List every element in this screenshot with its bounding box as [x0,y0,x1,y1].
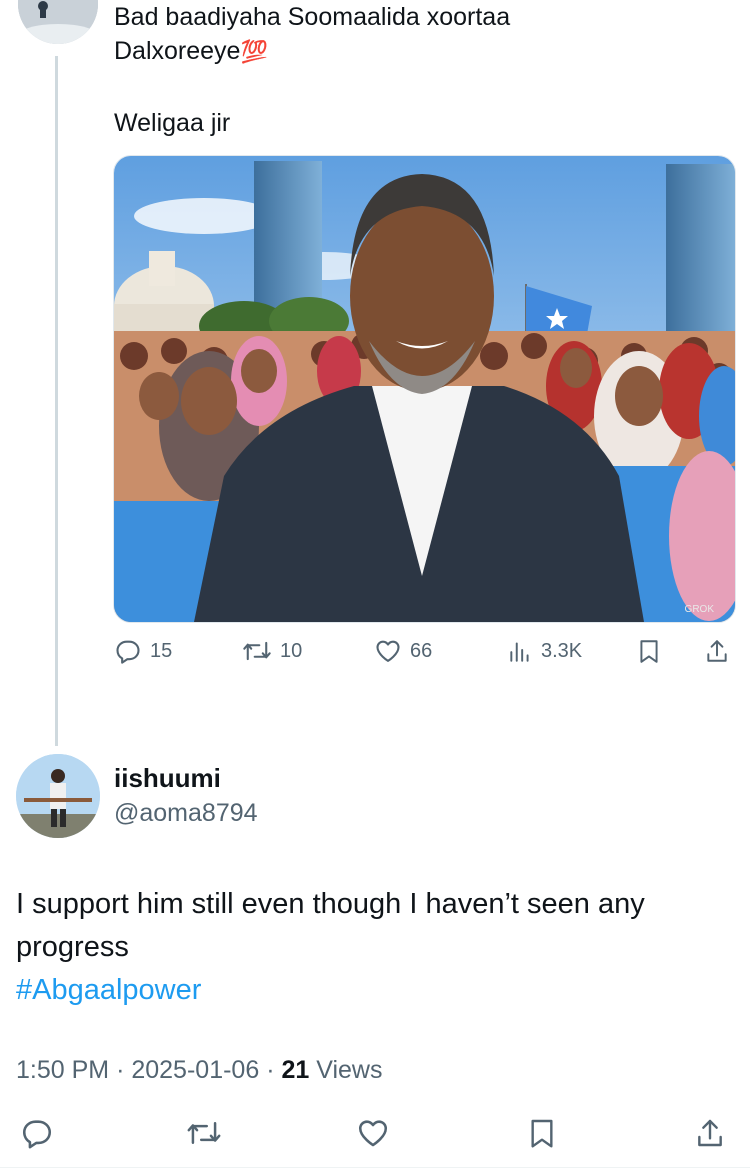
image-watermark: GROK [685,604,715,615]
reply-action[interactable]: 15 [114,637,172,665]
share-action[interactable] [704,637,730,665]
heart-icon [358,1120,388,1147]
thread-connector [55,56,58,746]
reply-body-line: I support him still even though I haven’… [16,888,645,920]
bookmark-icon [640,640,658,663]
retweet-action[interactable]: 10 [242,637,302,665]
tweet-date[interactable]: 2025-01-06 [131,1056,259,1084]
hundred-points-emoji: 💯 [240,39,268,64]
analytics-icon [510,642,529,662]
tweet-views-label: Views [316,1056,383,1084]
like-count: 66 [410,639,433,662]
divider [0,1167,750,1168]
reply-icon [116,640,140,664]
parent-author-avatar[interactable] [18,0,98,44]
bookmark-button[interactable] [526,1116,558,1150]
parent-tweet-text-line: Bad baadiyaha Soomaalida xoortaa [114,3,511,31]
reply-icon [22,1120,52,1149]
reply-count: 15 [150,639,173,662]
bookmark-icon [531,1119,553,1148]
reply-body-line: progress [16,931,129,963]
meta-separator: · [116,1056,125,1084]
like-action[interactable]: 66 [374,637,432,665]
tweet-time[interactable]: 1:50 PM [16,1056,109,1084]
reply-tweet-body: I support him still even though I haven’… [16,883,726,1012]
share-button[interactable] [694,1116,726,1150]
meta-separator: · [266,1056,275,1084]
parent-tweet-text-line2: Dalxoreeye [114,37,241,65]
retweet-icon [243,641,271,661]
retweet-button[interactable] [186,1116,222,1150]
heart-icon [376,640,400,662]
reply-author-avatar[interactable] [16,754,100,838]
share-icon [707,640,727,662]
retweet-icon [187,1122,221,1144]
bookmark-action[interactable] [636,637,662,665]
views-action[interactable]: 3.3K [507,637,582,665]
retweet-count: 10 [280,639,303,662]
reply-display-name[interactable]: iishuumi [114,763,221,794]
parent-tweet-text-line: Dalxoreeye💯 [114,34,268,69]
share-icon [698,1119,722,1147]
tweet-metadata: 1:50 PM · 2025-01-06 · 21 Views [16,1056,382,1085]
reply-button[interactable] [20,1116,54,1150]
parent-tweet-text-line: Weligaa jir [114,109,231,137]
rally-illustration: GROK [114,156,735,622]
tweet-views-count[interactable]: 21 [281,1056,309,1084]
like-button[interactable] [356,1116,390,1150]
hashtag-link[interactable]: #Abgaalpower [16,969,726,1012]
reply-handle[interactable]: @aoma8794 [114,799,258,828]
tweet-media-image[interactable]: GROK [113,155,736,623]
views-count: 3.3K [541,639,583,662]
